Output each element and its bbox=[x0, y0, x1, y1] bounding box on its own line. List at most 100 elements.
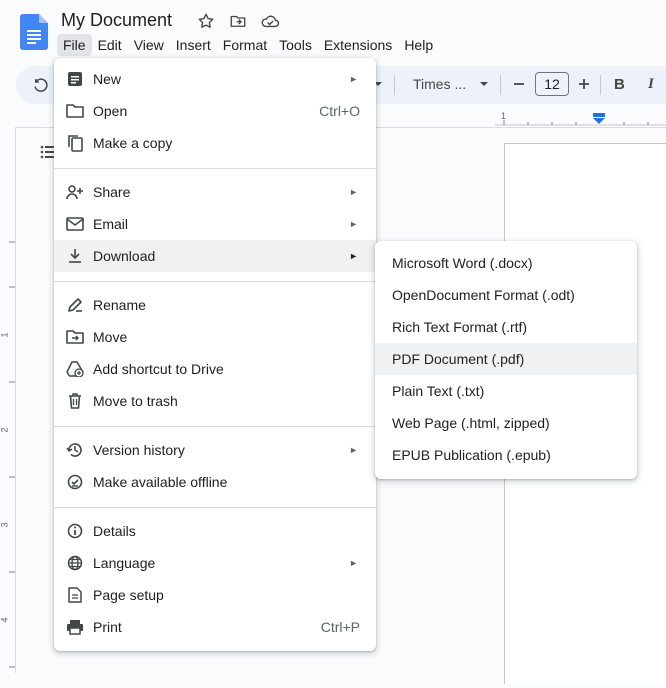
menu-item-make-a-copy[interactable]: Make a copy bbox=[54, 127, 376, 159]
download-odt[interactable]: OpenDocument Format (.odt) bbox=[375, 279, 637, 311]
file-menu: New ► Open Ctrl+O Make a copy Share ► Em… bbox=[54, 58, 376, 651]
menu-item-label: Open bbox=[93, 103, 128, 119]
vruler-label: 1 bbox=[0, 332, 10, 338]
menu-item-add-shortcut[interactable]: Add shortcut to Drive bbox=[54, 353, 376, 385]
submenu-arrow-icon: ► bbox=[349, 74, 358, 84]
menu-format[interactable]: Format bbox=[217, 34, 273, 56]
menu-item-label: PDF Document (.pdf) bbox=[392, 351, 525, 367]
italic-button[interactable]: I bbox=[648, 76, 654, 93]
menu-item-label: Add shortcut to Drive bbox=[93, 361, 224, 377]
ruler-label: 1 bbox=[501, 111, 507, 121]
menu-item-page-setup[interactable]: Page setup bbox=[54, 579, 376, 611]
menu-item-new[interactable]: New ► bbox=[54, 63, 376, 95]
menu-bar: File Edit View Insert Format Tools Exten… bbox=[57, 34, 439, 56]
toolbar-divider bbox=[394, 75, 395, 95]
menu-item-details[interactable]: Details bbox=[54, 515, 376, 547]
doc-icon bbox=[66, 70, 84, 88]
decrease-font-size-icon[interactable] bbox=[512, 77, 526, 91]
font-size-input[interactable]: 12 bbox=[535, 72, 569, 96]
vruler-label: 2 bbox=[0, 427, 10, 433]
menu-item-move-to-trash[interactable]: Move to trash bbox=[54, 385, 376, 417]
page-icon bbox=[66, 586, 84, 604]
menu-tools[interactable]: Tools bbox=[273, 34, 318, 56]
toolbar-divider bbox=[600, 75, 601, 95]
menu-item-share[interactable]: Share ► bbox=[54, 176, 376, 208]
vruler-label: 3 bbox=[0, 522, 10, 528]
star-icon[interactable] bbox=[196, 11, 216, 31]
submenu-arrow-icon: ► bbox=[349, 251, 358, 261]
menu-item-label: Move bbox=[93, 329, 128, 345]
menu-item-label: Download bbox=[93, 248, 156, 264]
menu-item-label: Share bbox=[93, 184, 131, 200]
menu-item-label: Page setup bbox=[93, 587, 164, 603]
menu-item-label: Rename bbox=[93, 297, 146, 313]
menu-extensions[interactable]: Extensions bbox=[318, 34, 398, 56]
menu-item-label: Rich Text Format (.rtf) bbox=[392, 319, 528, 335]
menu-item-print[interactable]: Print Ctrl+P bbox=[54, 611, 376, 643]
submenu-arrow-icon: ► bbox=[349, 187, 358, 197]
mail-icon bbox=[66, 215, 84, 233]
docs-logo-icon[interactable] bbox=[20, 14, 48, 50]
menu-item-shortcut: Ctrl+P bbox=[320, 619, 360, 635]
download-rtf[interactable]: Rich Text Format (.rtf) bbox=[375, 311, 637, 343]
menu-view[interactable]: View bbox=[128, 34, 170, 56]
folder-icon bbox=[66, 102, 84, 120]
menu-help[interactable]: Help bbox=[398, 34, 439, 56]
bold-button[interactable]: B bbox=[614, 76, 625, 93]
offline-icon bbox=[66, 473, 84, 491]
download-html[interactable]: Web Page (.html, zipped) bbox=[375, 407, 637, 439]
menu-item-label: Make available offline bbox=[93, 474, 228, 490]
rename-icon bbox=[66, 296, 84, 314]
menu-item-label: Print bbox=[93, 619, 122, 635]
menu-item-label: Microsoft Word (.docx) bbox=[392, 255, 533, 271]
title-actions bbox=[196, 11, 280, 31]
menu-item-label: Make a copy bbox=[93, 135, 173, 151]
menu-item-label: Details bbox=[93, 523, 136, 539]
horizontal-ruler[interactable] bbox=[495, 110, 666, 126]
menu-divider bbox=[54, 281, 376, 282]
menu-item-email[interactable]: Email ► bbox=[54, 208, 376, 240]
menu-item-label: Web Page (.html, zipped) bbox=[392, 415, 550, 431]
font-family-select[interactable]: Times ... bbox=[413, 76, 466, 92]
menu-item-download[interactable]: Download ► bbox=[54, 240, 376, 272]
download-icon bbox=[66, 247, 84, 265]
submenu-arrow-icon: ► bbox=[349, 558, 358, 568]
menu-file[interactable]: File bbox=[57, 34, 92, 56]
menu-item-label: Email bbox=[93, 216, 129, 232]
menu-divider bbox=[54, 426, 376, 427]
menu-item-label: OpenDocument Format (.odt) bbox=[392, 287, 575, 303]
menu-divider bbox=[54, 507, 376, 508]
menu-item-move[interactable]: Move bbox=[54, 321, 376, 353]
font-dropdown-arrow-icon[interactable] bbox=[479, 80, 489, 88]
download-docx[interactable]: Microsoft Word (.docx) bbox=[375, 247, 637, 279]
menu-item-label: Language bbox=[93, 555, 156, 571]
move-folder-icon bbox=[66, 328, 84, 346]
menu-edit[interactable]: Edit bbox=[92, 34, 128, 56]
download-pdf[interactable]: PDF Document (.pdf) bbox=[375, 343, 637, 375]
undo-icon[interactable] bbox=[32, 76, 50, 94]
submenu-arrow-icon: ► bbox=[349, 219, 358, 229]
menu-item-label: New bbox=[93, 71, 122, 87]
cloud-saved-icon[interactable] bbox=[260, 11, 280, 31]
download-epub[interactable]: EPUB Publication (.epub) bbox=[375, 439, 637, 471]
info-icon bbox=[66, 522, 84, 540]
print-icon bbox=[66, 618, 84, 636]
menu-item-open[interactable]: Open Ctrl+O bbox=[54, 95, 376, 127]
globe-icon bbox=[66, 554, 84, 572]
menu-item-label: Plain Text (.txt) bbox=[392, 383, 485, 399]
menu-divider bbox=[54, 168, 376, 169]
menu-item-language[interactable]: Language ► bbox=[54, 547, 376, 579]
vertical-ruler[interactable] bbox=[0, 127, 16, 673]
download-txt[interactable]: Plain Text (.txt) bbox=[375, 375, 637, 407]
document-title[interactable]: My Document bbox=[61, 10, 172, 31]
indent-marker-icon[interactable] bbox=[592, 112, 606, 126]
menu-item-version-history[interactable]: Version history ► bbox=[54, 434, 376, 466]
submenu-arrow-icon: ► bbox=[349, 445, 358, 455]
move-folder-icon[interactable] bbox=[228, 11, 248, 31]
increase-font-size-icon[interactable] bbox=[577, 77, 591, 91]
person-add-icon bbox=[66, 183, 84, 201]
menu-insert[interactable]: Insert bbox=[170, 34, 217, 56]
copy-icon bbox=[66, 134, 84, 152]
menu-item-rename[interactable]: Rename bbox=[54, 289, 376, 321]
menu-item-make-available-offline[interactable]: Make available offline bbox=[54, 466, 376, 498]
